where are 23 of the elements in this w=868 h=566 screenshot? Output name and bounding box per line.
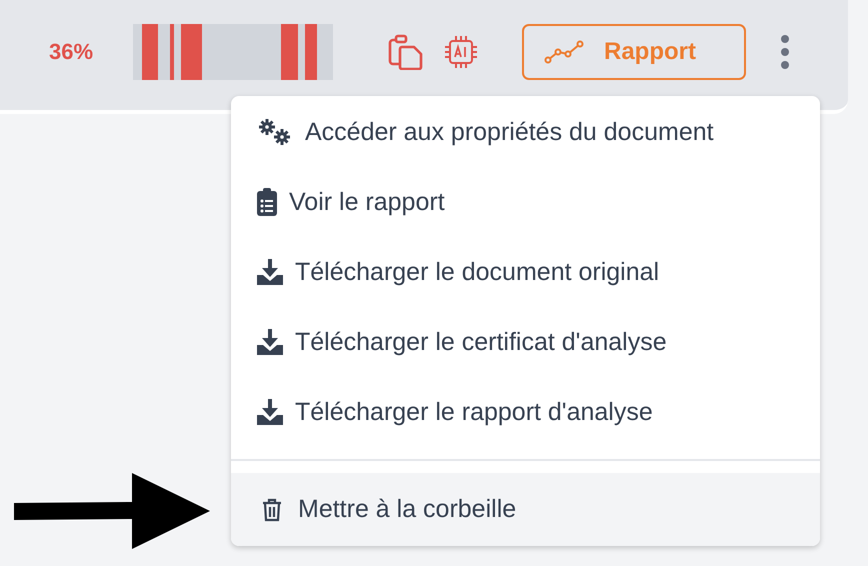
score-label: 36% xyxy=(49,39,94,65)
more-menu-icon[interactable] xyxy=(780,35,790,69)
line-chart-icon xyxy=(544,40,584,64)
clipboard-icon xyxy=(257,188,277,216)
menu-item[interactable]: Télécharger le certificat d'analyse xyxy=(231,307,820,377)
menu-item-label: Télécharger le certificat d'analyse xyxy=(295,328,667,356)
menu-item-label: Mettre à la corbeille xyxy=(298,495,516,524)
menu-item-label: Télécharger le document original xyxy=(295,258,660,286)
menu-item[interactable]: Accéder aux propriétés du document xyxy=(231,97,820,167)
menu-item[interactable]: Voir le rapport xyxy=(231,167,820,237)
menu-item-label: Accéder aux propriétés du document xyxy=(305,118,714,146)
trash-icon xyxy=(262,498,282,522)
gears-icon xyxy=(257,118,291,146)
menu-item[interactable]: Mettre à la corbeille xyxy=(231,473,820,546)
menu-item-label: Télécharger le rapport d'analyse xyxy=(295,398,653,426)
ai-chip-icon[interactable] xyxy=(444,35,478,69)
copy-icon[interactable] xyxy=(388,34,424,70)
download-icon xyxy=(257,399,283,425)
menu-item[interactable]: Télécharger le document original xyxy=(231,237,820,307)
download-icon xyxy=(257,329,283,355)
menu-item[interactable]: Télécharger le rapport d'analyse xyxy=(231,377,820,447)
download-icon xyxy=(257,259,283,285)
menu-item-label: Voir le rapport xyxy=(289,188,445,216)
